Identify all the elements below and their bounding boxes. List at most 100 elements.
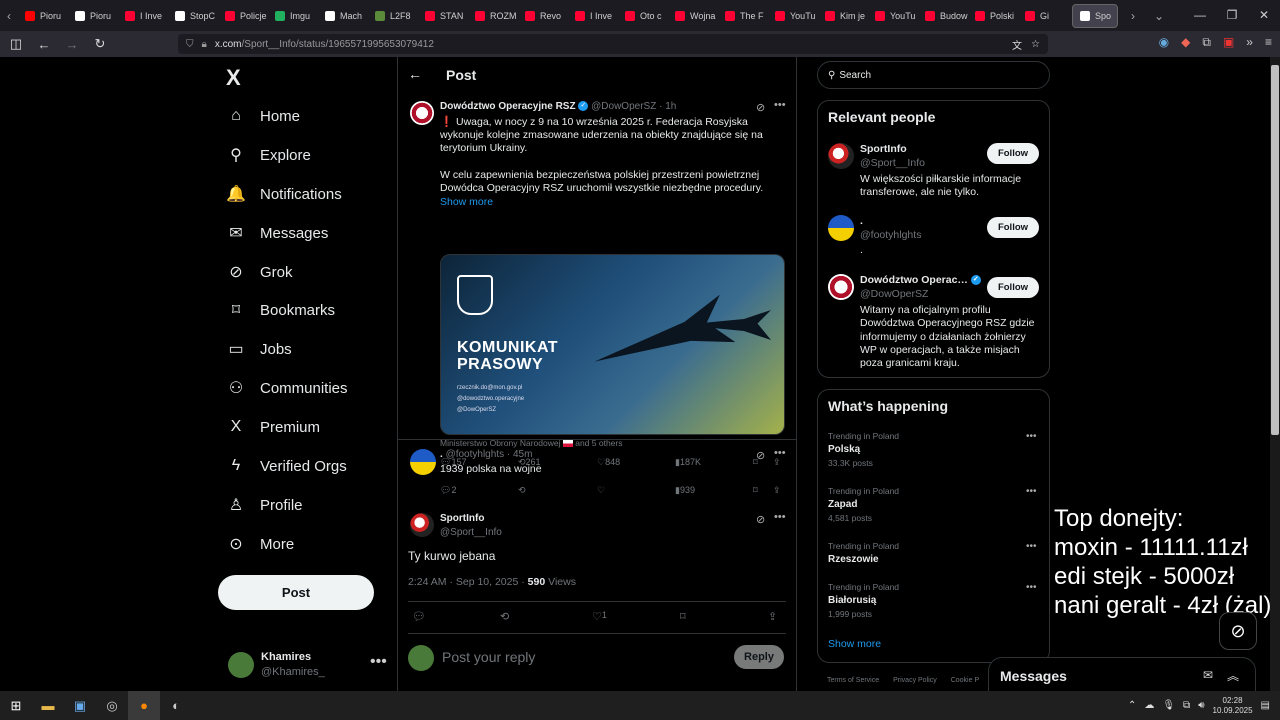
nav-item-communities[interactable]: ⚇ Communities: [226, 373, 348, 403]
sidebar-toggle-icon[interactable]: ◫: [4, 36, 28, 52]
person-handle[interactable]: @Sport__Info: [860, 157, 925, 169]
nav-item-home[interactable]: ⌂ Home: [226, 101, 300, 131]
browser-tab[interactable]: The F: [718, 0, 768, 31]
translate-icon[interactable]: 文: [1012, 37, 1022, 52]
tray-chevron-icon[interactable]: ⌃: [1128, 700, 1136, 711]
more-dots-icon[interactable]: •••: [1026, 541, 1037, 552]
browser-tab[interactable]: STAN: [418, 0, 468, 31]
tweet-author-name[interactable]: .: [440, 449, 443, 460]
tweet-author-handle[interactable]: @footyhlghts: [446, 449, 505, 460]
parent-tweet[interactable]: Dowództwo Operacyjne RSZ ✓ @DowOperSZ · …: [398, 95, 796, 467]
trend-item[interactable]: Trending in Poland Rzeszowie •••: [828, 541, 1040, 565]
browser-tab[interactable]: Budow: [918, 0, 968, 31]
more-dots-icon[interactable]: •••: [774, 447, 786, 459]
browser-tab[interactable]: I Inve: [568, 0, 618, 31]
nav-item-jobs[interactable]: ▭ Jobs: [226, 334, 291, 364]
steam-icon[interactable]: ◎: [96, 691, 128, 720]
reply-tweet[interactable]: . @footyhlghts · 45m ⊘ ••• 1939 polska n…: [398, 445, 796, 505]
browser-tab[interactable]: YouTu: [868, 0, 918, 31]
app-icon[interactable]: ▣: [64, 691, 96, 720]
share-icon[interactable]: ⇪: [773, 485, 781, 496]
overflow-chevrons-icon[interactable]: »: [1246, 35, 1253, 50]
show-more-link[interactable]: Show more: [440, 196, 493, 208]
tab-scroll-left-icon[interactable]: ‹: [0, 9, 18, 23]
more-dots-icon[interactable]: •••: [370, 653, 387, 671]
person-handle[interactable]: @DowOperSZ: [860, 288, 928, 300]
extension-badge-icon[interactable]: ▣: [1223, 35, 1234, 50]
post-button[interactable]: Post: [218, 575, 374, 610]
nav-item-notifications[interactable]: 🔔 Notifications: [226, 179, 342, 209]
footer-link[interactable]: Terms of Service: [827, 677, 879, 684]
file-explorer-icon[interactable]: ▬: [32, 691, 64, 720]
more-dots-icon[interactable]: •••: [1026, 582, 1037, 593]
footer-link[interactable]: Cookie P: [951, 677, 979, 684]
tab-list-menu-icon[interactable]: ⌄: [1150, 9, 1168, 23]
forward-icon[interactable]: →: [60, 37, 84, 52]
trend-item[interactable]: Trending in Poland Białorusią 1,999 post…: [828, 582, 1040, 619]
network-icon[interactable]: ⧉: [1183, 700, 1190, 711]
avatar[interactable]: [410, 513, 434, 537]
tab-scroll-right-icon[interactable]: ›: [1124, 9, 1142, 23]
browser-tab[interactable]: Gi: [1018, 0, 1068, 31]
reply-input[interactable]: Post your reply: [442, 649, 535, 665]
grok-icon[interactable]: ⊘: [756, 513, 765, 526]
back-icon[interactable]: ←: [32, 37, 56, 52]
extension-vpn-icon[interactable]: ◉: [1159, 35, 1169, 50]
reload-icon[interactable]: ↻: [88, 36, 112, 52]
views-button[interactable]: ▮ 939: [675, 485, 695, 496]
browser-tab[interactable]: Revo: [518, 0, 568, 31]
share-icon[interactable]: ⇪: [768, 610, 777, 623]
close-window-icon[interactable]: ✕: [1248, 0, 1280, 31]
footer-link[interactable]: Privacy Policy: [893, 677, 937, 684]
firefox-icon[interactable]: ●: [128, 691, 160, 720]
extension-fox-icon[interactable]: ◆: [1181, 35, 1190, 50]
person-name[interactable]: Dowództwo Operac… ✓: [860, 274, 981, 286]
nav-item-grok[interactable]: ⊘ Grok: [226, 257, 292, 287]
tweet-author-handle[interactable]: @Sport__Info: [440, 527, 502, 538]
tweet-author-name[interactable]: SportInfo: [440, 513, 484, 524]
back-arrow-icon[interactable]: ←: [408, 66, 422, 82]
extensions-icon[interactable]: ⧉: [1202, 35, 1211, 50]
browser-tab[interactable]: Policje: [218, 0, 268, 31]
expand-chevrons-icon[interactable]: ︽: [1227, 667, 1239, 684]
volume-icon[interactable]: 🔊︎: [1198, 700, 1204, 711]
page-scrollbar[interactable]: [1270, 57, 1280, 691]
grok-floating-button-icon[interactable]: ⊘: [1219, 612, 1257, 650]
tweet-author-handle[interactable]: @DowOperSZ: [591, 101, 656, 112]
like-button[interactable]: ♡: [597, 485, 605, 496]
tweet-author-name[interactable]: Dowództwo Operacyjne RSZ: [440, 101, 576, 112]
nav-item-premium[interactable]: X Premium: [226, 412, 320, 442]
clock[interactable]: 02:28 10.09.2025: [1213, 696, 1253, 716]
nav-item-more[interactable]: ⊙ More: [226, 529, 294, 559]
avatar[interactable]: [410, 101, 434, 125]
more-dots-icon[interactable]: •••: [1026, 431, 1037, 442]
app-menu-icon[interactable]: ≡: [1265, 35, 1272, 50]
person-handle[interactable]: @footyhlghts: [860, 229, 921, 241]
bookmark-icon[interactable]: ⌑: [753, 485, 758, 496]
follow-button[interactable]: Follow: [987, 143, 1039, 164]
avatar[interactable]: [828, 143, 854, 169]
restore-icon[interactable]: ❐: [1216, 0, 1248, 31]
grok-icon[interactable]: ⊘: [756, 449, 765, 462]
follow-button[interactable]: Follow: [987, 217, 1039, 238]
trend-item[interactable]: Trending in Poland Zapad 4,581 posts •••: [828, 486, 1040, 523]
notification-icon[interactable]: ▤: [1261, 700, 1270, 711]
more-dots-icon[interactable]: •••: [774, 99, 786, 111]
account-switcher[interactable]: Khamires @Khamires_ •••: [228, 649, 388, 689]
browser-tab[interactable]: Pioru: [68, 0, 118, 31]
reply-button[interactable]: 💬︎: [412, 610, 426, 623]
avatar[interactable]: [828, 215, 854, 241]
address-bar[interactable]: ⛉ 🔒︎ x.com/Sport__Info/status/1965571995…: [178, 34, 1048, 54]
new-message-icon[interactable]: ✉: [1203, 668, 1213, 682]
bookmark-star-icon[interactable]: ☆: [1031, 39, 1040, 50]
browser-tab[interactable]: Pioru: [18, 0, 68, 31]
follow-button[interactable]: Follow: [987, 277, 1039, 298]
browser-tab[interactable]: L2F8: [368, 0, 418, 31]
reply-button[interactable]: 💬︎ 2: [440, 485, 456, 496]
x-logo-icon[interactable]: X: [226, 65, 241, 91]
grok-icon[interactable]: ⊘: [756, 101, 765, 114]
browser-tab[interactable]: StopC: [168, 0, 218, 31]
show-more-link[interactable]: Show more: [828, 638, 881, 650]
browser-tab[interactable]: Imgu: [268, 0, 318, 31]
avatar[interactable]: [828, 274, 854, 300]
